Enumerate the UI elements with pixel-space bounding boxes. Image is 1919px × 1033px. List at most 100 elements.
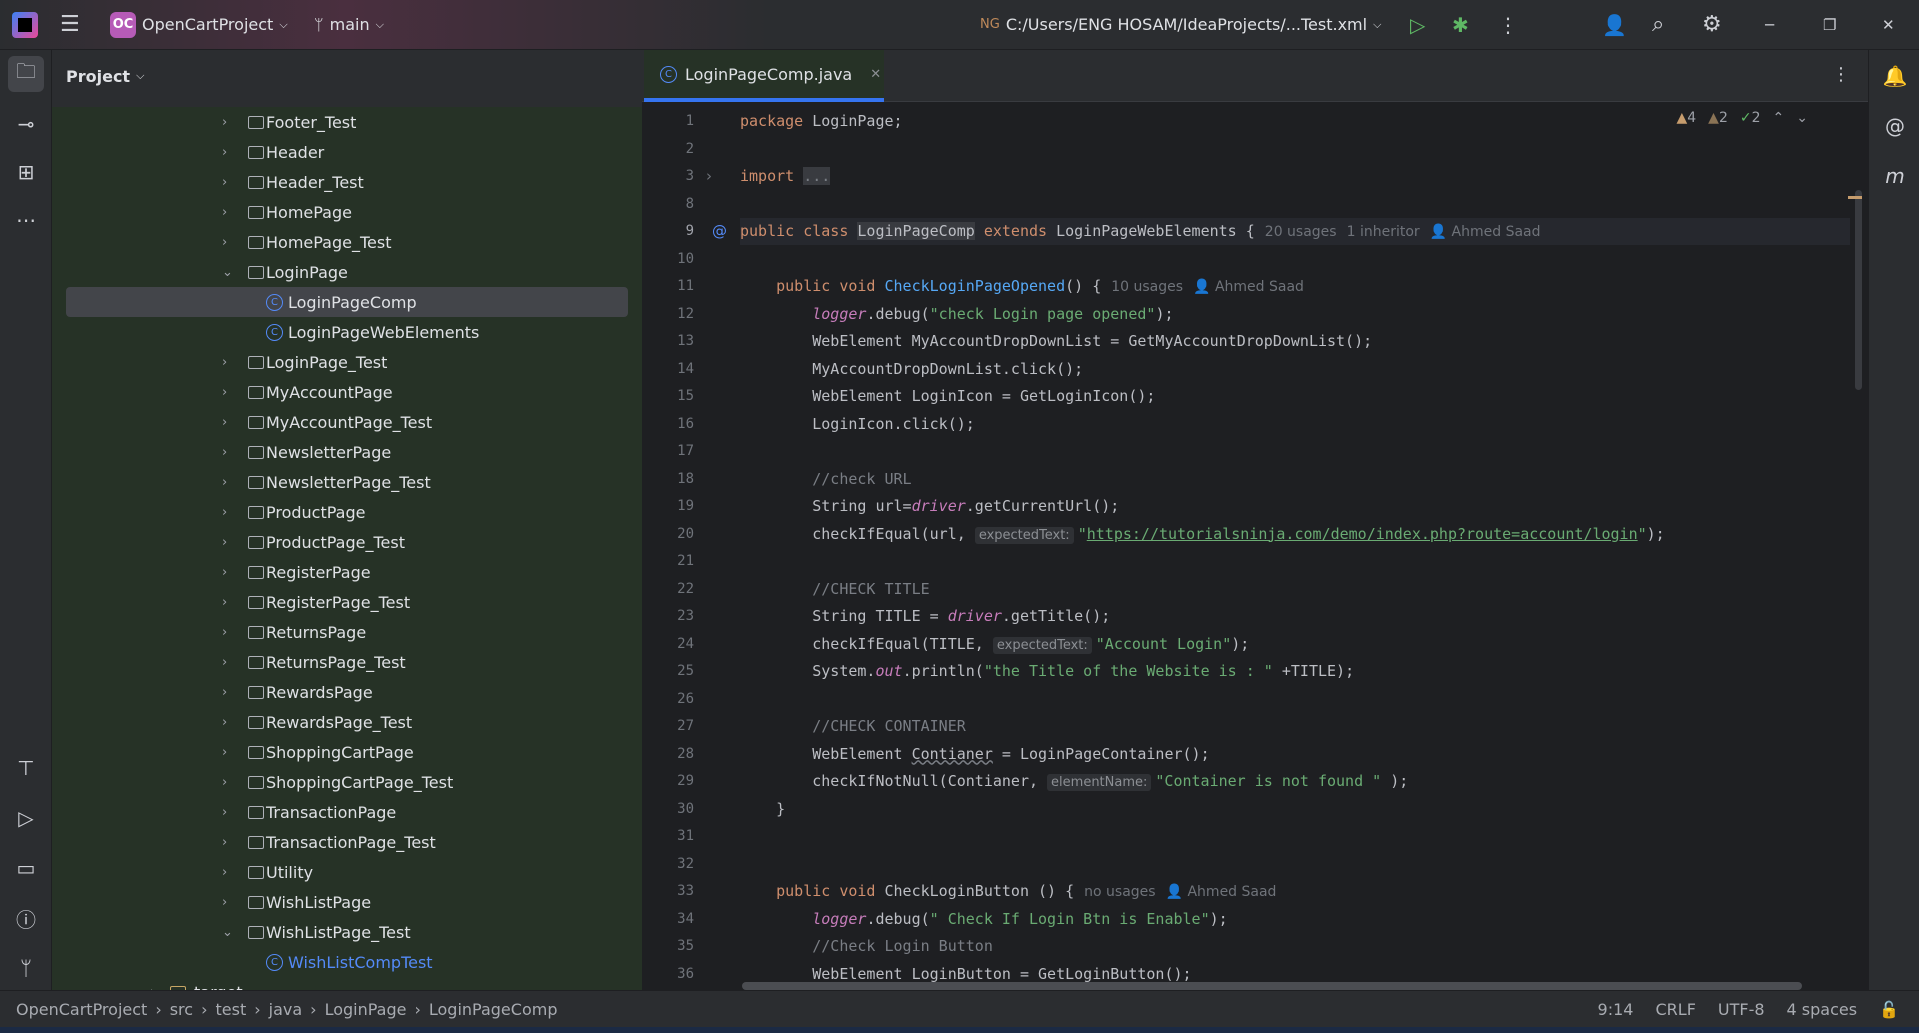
restore-icon[interactable]: ❐ xyxy=(1823,16,1836,34)
run-tool-icon[interactable]: ▷ xyxy=(8,800,44,836)
tree-item[interactable]: ›target xyxy=(52,977,642,990)
tree-item[interactable]: › WishListPage xyxy=(52,887,642,917)
intellij-logo-icon[interactable] xyxy=(12,11,38,38)
chevron-right-icon[interactable]: › xyxy=(222,355,236,370)
run-config-selector[interactable]: NG C:/Users/ENG HOSAM/IdeaProjects/...Te… xyxy=(980,15,1381,34)
chevron-right-icon[interactable]: › xyxy=(222,805,236,820)
more-icon[interactable]: ⋮ xyxy=(1498,13,1518,37)
tree-item[interactable]: › ShoppingCartPage xyxy=(52,737,642,767)
git-icon[interactable]: ᛘ xyxy=(8,950,44,986)
tree-item[interactable]: › TransactionPage_Test xyxy=(52,827,642,857)
next-highlight-icon[interactable]: ⌄ xyxy=(1796,110,1808,126)
breadcrumb-item[interactable]: src xyxy=(170,1000,193,1019)
tree-item[interactable]: › ReturnsPage_Test xyxy=(52,647,642,677)
commit-icon[interactable]: ⊸ xyxy=(8,106,44,142)
code-area[interactable]: package LoginPage; import ... public class… xyxy=(740,102,1850,990)
implemented-icon[interactable]: @ xyxy=(712,218,727,245)
debug-icon[interactable]: ✱ xyxy=(1452,13,1469,37)
tree-item[interactable]: › ShoppingCartPage_Test xyxy=(52,767,642,797)
run-icon[interactable]: ▷ xyxy=(1410,13,1425,37)
tree-item[interactable]: › Footer_Test xyxy=(52,107,642,137)
problems-icon[interactable]: ⓘ xyxy=(8,900,44,936)
tree-item[interactable]: › NewsletterPage xyxy=(52,437,642,467)
tab-loginpagecomp[interactable]: C LoginPageComp.java ✕ xyxy=(644,50,884,102)
more-tools-icon[interactable]: ⋯ xyxy=(8,202,44,238)
tree-item[interactable]: ⌄ WishListPage_Test xyxy=(52,917,642,947)
tree-item[interactable]: › ReturnsPage xyxy=(52,617,642,647)
prev-highlight-icon[interactable]: ⌃ xyxy=(1773,110,1785,126)
chevron-down-icon[interactable]: ⌄ xyxy=(222,925,236,940)
tree-item[interactable]: › Header_Test xyxy=(52,167,642,197)
code-vision-hint[interactable]: 10 usages xyxy=(1111,279,1183,295)
chevron-right-icon[interactable]: › xyxy=(222,565,236,580)
lock-icon[interactable]: 🔓 xyxy=(1879,1000,1899,1019)
chevron-right-icon[interactable]: › xyxy=(222,415,236,430)
caret-position[interactable]: 9:14 xyxy=(1598,1000,1634,1019)
chevron-right-icon[interactable]: › xyxy=(222,685,236,700)
tree-item[interactable]: › ProductPage_Test xyxy=(52,527,642,557)
chevron-right-icon[interactable]: › xyxy=(222,715,236,730)
code-vision-hint[interactable]: 👤 Ahmed Saad xyxy=(1430,224,1541,240)
fold-icon[interactable]: › xyxy=(706,163,712,190)
chevron-right-icon[interactable]: › xyxy=(222,145,236,160)
project-selector[interactable]: OC OpenCartProject ⌵ xyxy=(110,11,288,38)
tree-item[interactable]: › RegisterPage_Test xyxy=(52,587,642,617)
chevron-right-icon[interactable]: › xyxy=(222,835,236,850)
tree-item[interactable]: › Utility xyxy=(52,857,642,887)
code-vision-hint[interactable]: 👤 Ahmed Saad xyxy=(1166,884,1277,900)
chevron-right-icon[interactable]: › xyxy=(222,625,236,640)
horizontal-scrollbar[interactable] xyxy=(742,982,1802,990)
tree-item[interactable]: › MyAccountPage xyxy=(52,377,642,407)
project-tool-folder-icon[interactable]: 🗀 xyxy=(8,56,44,92)
chevron-right-icon[interactable]: › xyxy=(222,595,236,610)
structure-icon[interactable]: ⊞ xyxy=(8,154,44,190)
build-hammer-icon[interactable]: ⊤ xyxy=(8,750,44,786)
tree-item[interactable]: › Header xyxy=(52,137,642,167)
tree-item[interactable]: › TransactionPage xyxy=(52,797,642,827)
maven-icon[interactable]: m xyxy=(1877,158,1913,194)
chevron-right-icon[interactable]: › xyxy=(222,505,236,520)
chevron-right-icon[interactable]: › xyxy=(222,175,236,190)
chevron-right-icon[interactable]: › xyxy=(222,235,236,250)
tree-item[interactable]: › RegisterPage xyxy=(52,557,642,587)
tree-item[interactable]: › HomePage_Test xyxy=(52,227,642,257)
add-user-icon[interactable]: 👤 xyxy=(1602,13,1627,37)
editor-scrollbar[interactable] xyxy=(1855,190,1862,390)
chevron-right-icon[interactable]: › xyxy=(222,865,236,880)
code-vision-hint[interactable]: 20 usages xyxy=(1265,224,1337,240)
tree-item[interactable]: › NewsletterPage_Test xyxy=(52,467,642,497)
tree-item[interactable]: C LoginPageWebElements xyxy=(52,317,642,347)
chevron-right-icon[interactable]: › xyxy=(222,775,236,790)
tree-item[interactable]: › HomePage xyxy=(52,197,642,227)
tree-item[interactable]: C LoginPageComp xyxy=(66,287,628,317)
inspection-widget[interactable]: ▲4 ▲2 ✓2 ⌃ ⌄ xyxy=(1676,110,1808,126)
breadcrumb-item[interactable]: test xyxy=(215,1000,246,1019)
tree-item[interactable]: ⌄ LoginPage xyxy=(52,257,642,287)
line-separator[interactable]: CRLF xyxy=(1655,1000,1695,1019)
tree-item[interactable]: › RewardsPage_Test xyxy=(52,707,642,737)
code-vision-hint[interactable]: no usages xyxy=(1084,884,1155,900)
file-encoding[interactable]: UTF-8 xyxy=(1718,1000,1765,1019)
close-window-icon[interactable]: ✕ xyxy=(1882,16,1895,34)
chevron-right-icon[interactable]: › xyxy=(222,445,236,460)
code-vision-hint[interactable]: 1 inheritor xyxy=(1347,224,1420,240)
code-vision-hint[interactable]: 👤 Ahmed Saad xyxy=(1193,279,1304,295)
breadcrumb-item[interactable]: LoginPage xyxy=(325,1000,407,1019)
chevron-right-icon[interactable]: › xyxy=(222,205,236,220)
chevron-right-icon[interactable]: › xyxy=(222,895,236,910)
breadcrumb-item[interactable]: java xyxy=(269,1000,303,1019)
notifications-icon[interactable]: 🔔 xyxy=(1877,58,1913,94)
search-icon[interactable]: ⌕ xyxy=(1652,12,1664,37)
tree-item[interactable]: › RewardsPage xyxy=(52,677,642,707)
chevron-right-icon[interactable]: › xyxy=(222,115,236,130)
main-menu-icon[interactable]: ☰ xyxy=(60,12,80,37)
chevron-right-icon[interactable]: › xyxy=(222,385,236,400)
chevron-right-icon[interactable]: › xyxy=(222,655,236,670)
breadcrumb-item[interactable]: LoginPageComp xyxy=(429,1000,558,1019)
settings-icon[interactable]: ⚙ xyxy=(1702,12,1722,37)
terminal-icon[interactable]: ▭ xyxy=(8,850,44,886)
branch-selector[interactable]: ᛘ main ⌵ xyxy=(314,15,384,34)
tree-item[interactable]: › MyAccountPage_Test xyxy=(52,407,642,437)
tab-options-icon[interactable]: ⋮ xyxy=(1832,64,1850,85)
chevron-right-icon[interactable]: › xyxy=(222,475,236,490)
